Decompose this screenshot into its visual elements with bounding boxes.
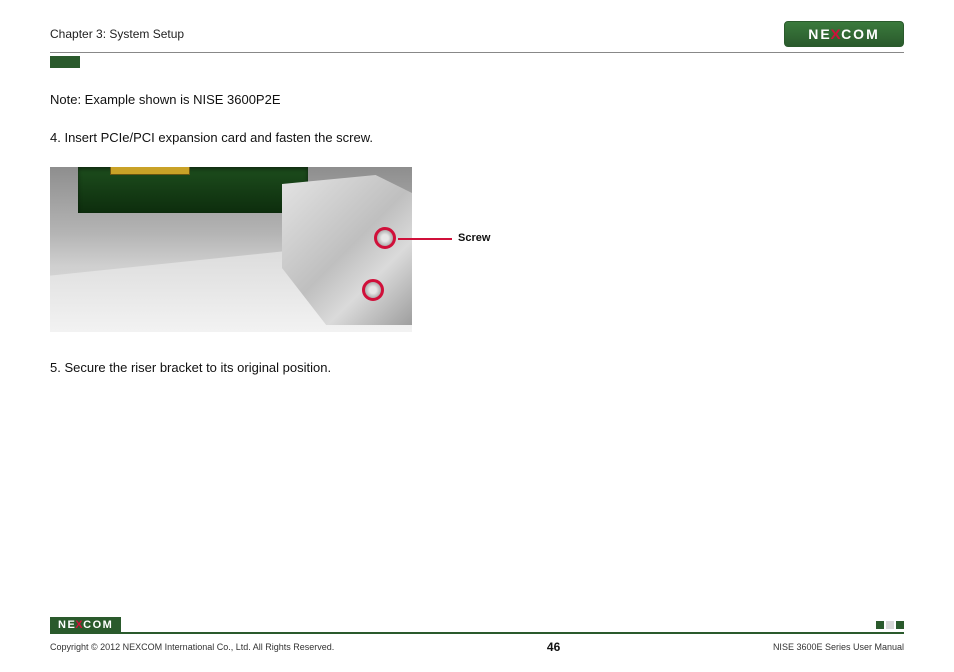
header-divider bbox=[50, 52, 904, 53]
brand-right: COM bbox=[841, 26, 880, 42]
brand-left: NE bbox=[808, 26, 831, 42]
brand-x: X bbox=[830, 26, 842, 42]
hardware-photo bbox=[50, 167, 412, 332]
callout-label: Screw bbox=[458, 230, 490, 247]
step-5-text: 5. Secure the riser bracket to its origi… bbox=[50, 358, 904, 378]
figure: Screw bbox=[50, 167, 470, 332]
header-tab bbox=[50, 56, 80, 68]
manual-title: NISE 3600E Series User Manual bbox=[773, 642, 904, 652]
brand-x: X bbox=[75, 619, 84, 631]
footer: NEXCOM Copyright © 2012 NEXCOM Internati… bbox=[50, 632, 904, 654]
brand-logo-header: NEXCOM bbox=[784, 21, 904, 47]
page-number: 46 bbox=[547, 640, 560, 654]
brand-logo-footer: NEXCOM bbox=[50, 617, 121, 633]
footer-squares-icon bbox=[876, 621, 904, 629]
copyright-text: Copyright © 2012 NEXCOM International Co… bbox=[50, 642, 334, 652]
edge-connector bbox=[110, 167, 190, 175]
screw-marker-top bbox=[374, 227, 396, 249]
brand-left: NE bbox=[58, 619, 76, 631]
note-text: Note: Example shown is NISE 3600P2E bbox=[50, 90, 904, 110]
step-4-text: 4. Insert PCIe/PCI expansion card and fa… bbox=[50, 128, 904, 148]
chapter-title: Chapter 3: System Setup bbox=[50, 27, 184, 41]
screw-marker-bottom bbox=[362, 279, 384, 301]
callout-line bbox=[398, 238, 452, 240]
page-content: Note: Example shown is NISE 3600P2E 4. I… bbox=[50, 90, 904, 396]
brand-right: COM bbox=[83, 619, 113, 631]
